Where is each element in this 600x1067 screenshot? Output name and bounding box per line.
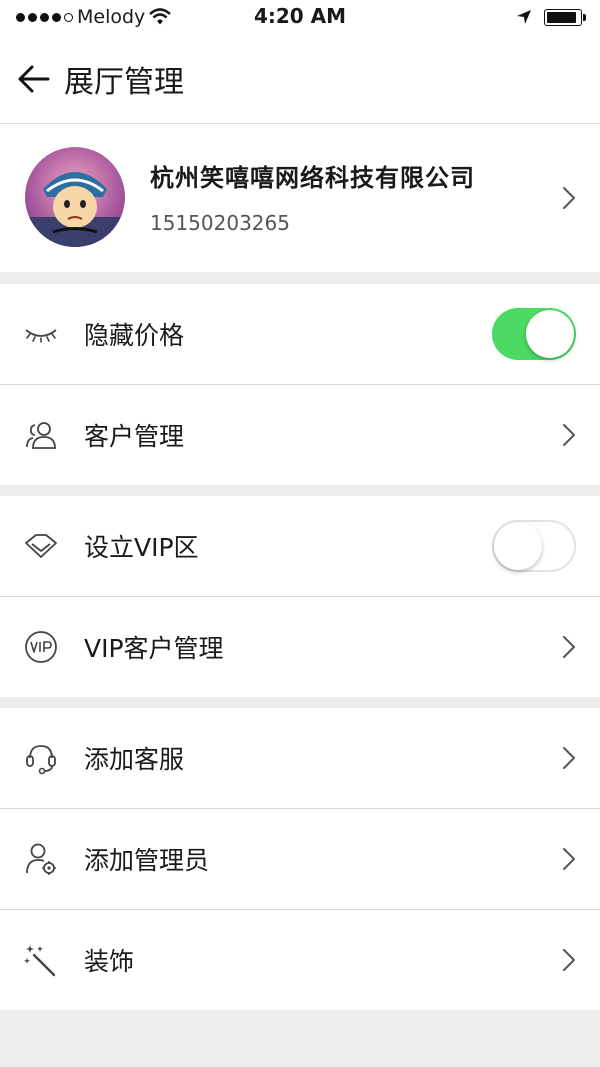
chevron-right-icon bbox=[563, 636, 575, 658]
chevron-right-icon bbox=[563, 424, 575, 446]
settings-section-3: 添加客服 添加管理员 装饰 bbox=[0, 708, 600, 1010]
status-time: 4:20 AM bbox=[253, 4, 347, 28]
vip-customer-mgmt-row[interactable]: VIP客户管理 bbox=[0, 597, 600, 697]
page-title: 展厅管理 bbox=[64, 64, 184, 100]
decoration-label: 装饰 bbox=[84, 947, 135, 976]
location-arrow-icon bbox=[517, 10, 531, 24]
vip-zone-row: 设立VIP区 bbox=[0, 496, 600, 597]
settings-section-1: 隐藏价格 客户管理 bbox=[0, 284, 600, 485]
add-service-row[interactable]: 添加客服 bbox=[0, 708, 600, 809]
users-icon bbox=[24, 418, 58, 452]
status-bar: Melody 4:20 AM bbox=[0, 0, 600, 34]
chevron-right-icon bbox=[563, 187, 575, 209]
vip-zone-label: 设立VIP区 bbox=[84, 533, 199, 562]
add-admin-row[interactable]: 添加管理员 bbox=[0, 809, 600, 910]
settings-section-2: 设立VIP区 VIP客户管理 bbox=[0, 496, 600, 697]
diamond-icon bbox=[24, 529, 58, 563]
headset-icon bbox=[24, 741, 58, 775]
vip-zone-toggle[interactable] bbox=[492, 520, 576, 572]
add-service-label: 添加客服 bbox=[84, 745, 185, 774]
nav-header: 展厅管理 bbox=[0, 34, 600, 124]
status-right bbox=[516, 6, 586, 28]
magic-wand-icon bbox=[24, 943, 58, 977]
customer-mgmt-label: 客户管理 bbox=[84, 422, 185, 451]
chevron-right-icon bbox=[563, 747, 575, 769]
back-button[interactable] bbox=[4, 49, 64, 109]
vip-badge-icon bbox=[24, 630, 58, 664]
vip-customer-mgmt-label: VIP客户管理 bbox=[84, 634, 224, 663]
battery-icon bbox=[544, 8, 586, 26]
eye-closed-icon bbox=[24, 317, 58, 351]
phone-number: 15150203265 bbox=[150, 211, 290, 235]
chevron-right-icon bbox=[563, 949, 575, 971]
avatar bbox=[25, 147, 125, 247]
user-gear-icon bbox=[24, 842, 58, 876]
company-name: 杭州笑嘻嘻网络科技有限公司 bbox=[150, 164, 475, 192]
hide-price-row: 隐藏价格 bbox=[0, 284, 600, 385]
hide-price-label: 隐藏价格 bbox=[84, 321, 185, 350]
customer-mgmt-row[interactable]: 客户管理 bbox=[0, 385, 600, 485]
decoration-row[interactable]: 装饰 bbox=[0, 910, 600, 1010]
hide-price-toggle[interactable] bbox=[492, 308, 576, 360]
profile-card[interactable]: 杭州笑嘻嘻网络科技有限公司 15150203265 bbox=[0, 124, 600, 272]
back-arrow-icon bbox=[18, 65, 50, 92]
add-admin-label: 添加管理员 bbox=[84, 846, 210, 875]
chevron-right-icon bbox=[563, 848, 575, 870]
